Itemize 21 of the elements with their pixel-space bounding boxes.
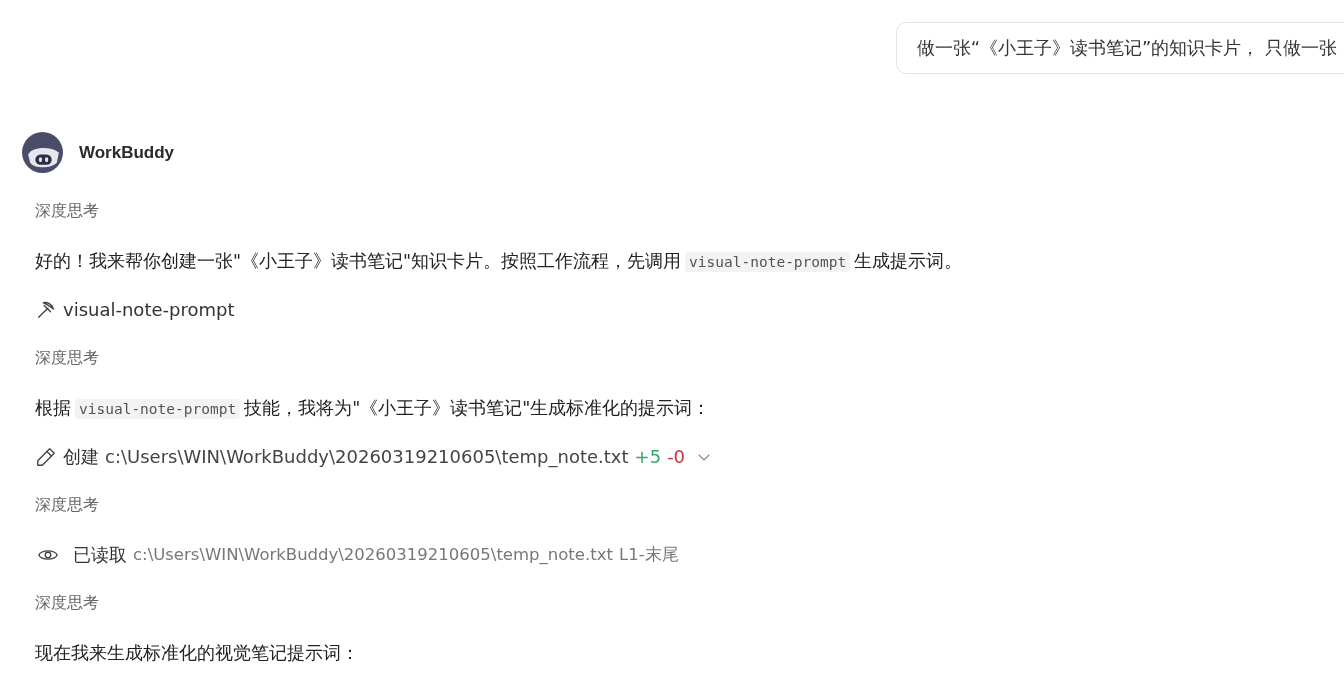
assistant-name: WorkBuddy (79, 142, 175, 163)
thinking-label[interactable]: 深度思考 (35, 495, 99, 516)
pencil-icon (35, 445, 57, 468)
removed-count: -0 (667, 446, 686, 467)
file-path[interactable]: c:\Users\WIN\WorkBuddy\20260319210605\temp_note.txt (105, 446, 629, 467)
action-label: 已读取 (73, 542, 127, 567)
inline-code: visual-note-prompt (685, 251, 851, 272)
message-text: 现在我来生成标准化的视觉笔记提示词： (35, 641, 359, 665)
message-text: 好的！我来帮你创建一张"《小王子》读书笔记"知识卡片。按照工作流程，先调用 visual-note-prompt 生成提示词。 (35, 249, 963, 273)
thinking-label[interactable]: 深度思考 (35, 593, 99, 614)
message-text: 根据 visual-note-prompt 技能，我将为"《小王子》读书笔记"生成标准化的提示词： (35, 396, 711, 420)
added-count: +5 (634, 446, 662, 467)
line-range: L1-末尾 (618, 543, 679, 566)
inline-code: visual-note-prompt (75, 398, 241, 419)
file-path[interactable]: c:\Users\WIN\WorkBuddy\20260319210605\temp_note.txt (133, 545, 613, 564)
action-label: 创建 (63, 444, 99, 469)
thinking-label[interactable]: 深度思考 (35, 201, 99, 222)
avatar (22, 132, 63, 173)
thinking-label[interactable]: 深度思考 (35, 348, 99, 369)
user-message: 做一张“《小王子》读书笔记”的知识卡片， 只做一张 (895, 22, 1344, 74)
skill-name[interactable]: visual-note-prompt (63, 299, 235, 320)
